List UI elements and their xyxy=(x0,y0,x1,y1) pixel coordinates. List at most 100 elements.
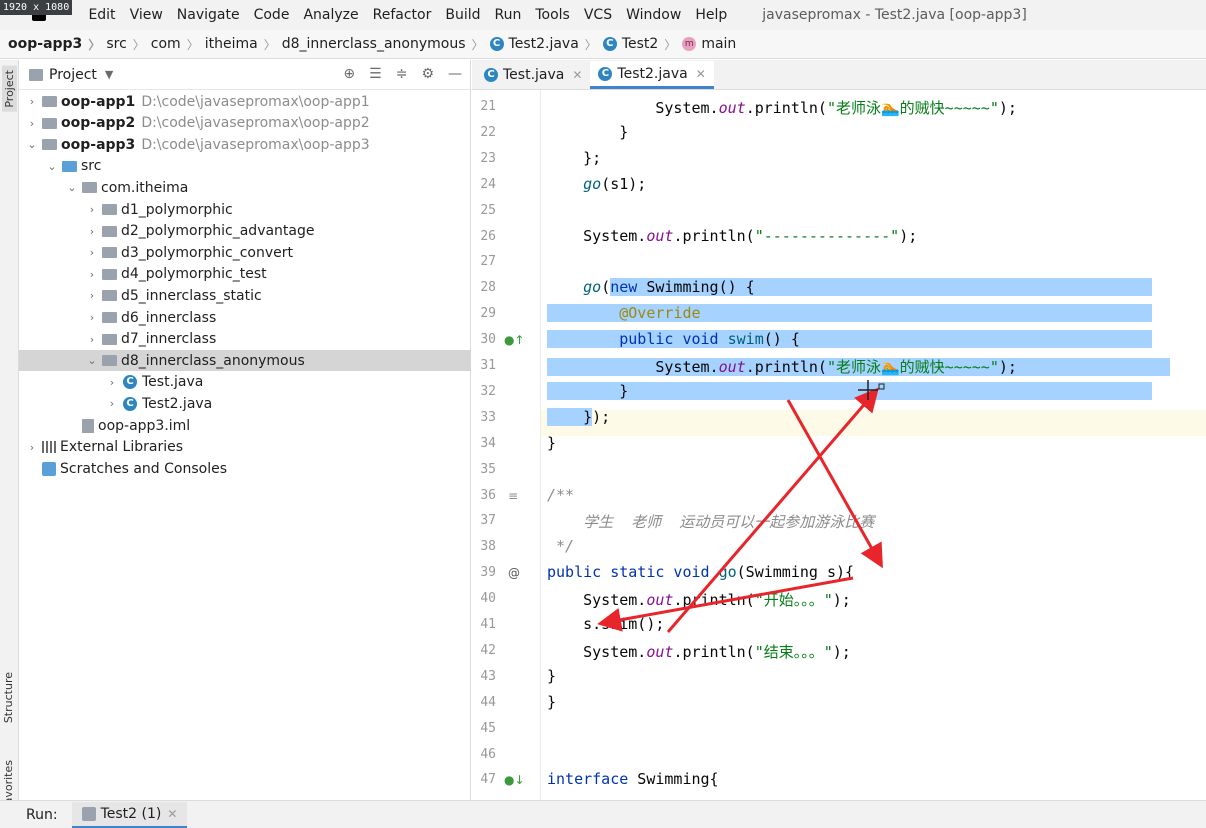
chevron-right-icon[interactable]: › xyxy=(85,225,99,238)
chevron-right-icon[interactable]: › xyxy=(105,376,119,389)
code-line[interactable]: } xyxy=(547,693,556,711)
code-line[interactable]: public static void go(Swimming s){ xyxy=(547,563,854,581)
code-line[interactable]: go(s1); xyxy=(547,175,646,193)
code-line[interactable]: } xyxy=(547,123,628,141)
chevron-right-icon[interactable]: › xyxy=(25,95,39,108)
chevron-down-icon[interactable]: ⌄ xyxy=(45,160,59,173)
gear-icon[interactable]: ⚙ xyxy=(421,66,434,82)
tree-item[interactable]: › C Test2.java xyxy=(19,393,471,414)
locate-icon[interactable]: ⊕ xyxy=(343,66,355,82)
tab-project-tool[interactable]: Project xyxy=(2,66,17,112)
breadcrumb-item[interactable]: C Test2 〉 xyxy=(602,36,683,53)
breadcrumb-item[interactable]: d8_innerclass_anonymous 〉 xyxy=(282,36,490,53)
expand-all-icon[interactable]: ☰ xyxy=(369,66,382,82)
tree-item[interactable]: oop-app3.iml xyxy=(19,415,471,436)
menu-item-build[interactable]: Build xyxy=(438,7,487,23)
tree-item[interactable]: › External Libraries xyxy=(19,437,471,458)
implemented-marker-icon[interactable]: ●↓ xyxy=(504,773,525,787)
chevron-right-icon[interactable]: › xyxy=(85,289,99,302)
code-line[interactable]: /** xyxy=(547,486,574,504)
menu-item-code[interactable]: Code xyxy=(247,7,297,23)
tree-item[interactable]: › oop-app1 D:\code\javasepromax\oop-app1 xyxy=(19,91,471,112)
tree-item[interactable]: › d6_innerclass xyxy=(19,307,471,328)
code-line[interactable]: System.out.println("开始。。。"); xyxy=(547,589,851,610)
tree-item[interactable]: › d7_innerclass xyxy=(19,329,471,350)
chevron-down-icon[interactable]: ⌄ xyxy=(65,181,79,194)
chevron-right-icon[interactable]: › xyxy=(25,117,39,130)
close-icon[interactable]: ✕ xyxy=(572,68,582,82)
code-line[interactable]: interface Swimming{ xyxy=(547,770,719,788)
chevron-down-icon[interactable]: ⌄ xyxy=(85,354,99,367)
code-line[interactable]: }; xyxy=(547,149,601,167)
breadcrumb-item[interactable]: m main xyxy=(682,36,736,52)
tree-item[interactable]: Scratches and Consoles xyxy=(19,458,471,479)
chevron-right-icon[interactable]: › xyxy=(85,333,99,346)
chevron-right-icon[interactable]: › xyxy=(105,397,119,410)
chevron-down-icon[interactable]: ⌄ xyxy=(25,138,39,151)
breadcrumb-item[interactable]: com 〉 xyxy=(151,36,205,53)
tab-test-java[interactable]: C Test.java ✕ xyxy=(476,61,590,89)
chevron-right-icon[interactable]: › xyxy=(85,246,99,259)
menu-item-vcs[interactable]: VCS xyxy=(577,7,619,23)
tree-item[interactable]: › d4_polymorphic_test xyxy=(19,264,471,285)
chevron-right-icon[interactable]: › xyxy=(85,311,99,324)
chevron-down-icon[interactable]: ▼ xyxy=(105,68,113,81)
menu-item-window[interactable]: Window xyxy=(619,7,688,23)
doc-comment-icon[interactable]: ≡ xyxy=(508,489,518,503)
breadcrumb-item[interactable]: C Test2.java 〉 xyxy=(489,36,603,53)
hide-panel-icon[interactable]: — xyxy=(448,66,462,82)
tree-item[interactable]: › d3_polymorphic_convert xyxy=(19,242,471,263)
menu-item-navigate[interactable]: Navigate xyxy=(170,7,247,23)
tree-item[interactable]: › d5_innerclass_static xyxy=(19,285,471,306)
code-line[interactable]: go(new Swimming() { xyxy=(547,278,1153,297)
override-marker-icon[interactable]: ●↑ xyxy=(504,333,525,347)
menu-item-run[interactable]: Run xyxy=(488,7,529,23)
code-line[interactable]: } xyxy=(547,434,556,452)
code-line[interactable]: System.out.println("老师泳🏊的贼快~~~~~"); xyxy=(547,356,1171,377)
close-icon[interactable]: ✕ xyxy=(167,807,177,821)
chevron-right-icon[interactable]: › xyxy=(25,441,39,454)
menu-item-tools[interactable]: Tools xyxy=(528,7,577,23)
menu-item-view[interactable]: View xyxy=(123,7,170,23)
run-tab-test2[interactable]: Test2 (1) ✕ xyxy=(71,801,188,828)
usages-icon[interactable]: @ xyxy=(508,566,520,580)
tree-item[interactable]: › d1_polymorphic xyxy=(19,199,471,220)
tab-structure-tool[interactable]: Structure xyxy=(2,672,15,723)
class-icon: C xyxy=(598,66,613,81)
tree-item[interactable]: ⌄ src xyxy=(19,156,471,177)
chevron-right-icon[interactable]: › xyxy=(85,203,99,216)
code-line[interactable]: } xyxy=(547,667,556,685)
tree-item[interactable]: › C Test.java xyxy=(19,372,471,393)
tab-test2-java[interactable]: C Test2.java ✕ xyxy=(590,61,714,89)
menu-item-help[interactable]: Help xyxy=(688,7,734,23)
code-line[interactable]: System.out.println("--------------"); xyxy=(547,227,917,245)
code-line[interactable]: System.out.println("老师泳🏊的贼快~~~~~"); xyxy=(547,97,1017,118)
breadcrumb-item[interactable]: oop-app3 〉 xyxy=(8,36,106,53)
code-line[interactable]: */ xyxy=(547,537,574,555)
code-line[interactable]: } xyxy=(547,381,1153,400)
tree-item[interactable]: › oop-app2 D:\code\javasepromax\oop-app2 xyxy=(19,113,471,134)
chevron-right-icon[interactable]: › xyxy=(85,268,99,281)
project-panel-title[interactable]: Project xyxy=(49,67,97,83)
code-line[interactable]: }); xyxy=(547,407,610,426)
breadcrumb-item[interactable]: src 〉 xyxy=(106,36,150,53)
code-line[interactable]: 学生 老师 运动员可以一起参加游泳比赛 xyxy=(547,511,874,532)
tree-item[interactable]: ⌄ d8_innerclass_anonymous xyxy=(19,350,471,372)
menu-item-refactor[interactable]: Refactor xyxy=(366,7,439,23)
collapse-all-icon[interactable]: ≑ xyxy=(396,66,408,82)
tree-item[interactable]: ⌄ oop-app3 D:\code\javasepromax\oop-app3 xyxy=(19,134,471,155)
code-line[interactable]: System.out.println("结束。。。"); xyxy=(547,641,851,662)
menu-item-analyze[interactable]: Analyze xyxy=(296,7,365,23)
breadcrumb-item[interactable]: itheima 〉 xyxy=(205,36,282,53)
line-number: 31 xyxy=(480,358,496,373)
close-icon[interactable]: ✕ xyxy=(696,67,706,81)
code-line[interactable]: s.swim(); xyxy=(547,615,664,633)
code-area[interactable]: 21 22 23 24 25 26 27 28 29 30 31 32 33 34 35 36 37 38 39 40… xyxy=(472,90,1206,800)
tree-item[interactable]: ⌄ com.itheima xyxy=(19,177,471,198)
tree-item-label: oop-app3.iml xyxy=(98,417,191,434)
code-line[interactable]: @Override xyxy=(547,304,1153,323)
code-line[interactable]: public void swim() { xyxy=(547,330,1153,349)
menu-item-edit[interactable]: Edit xyxy=(81,7,122,23)
module-path: D:\code\javasepromax\oop-app1 xyxy=(141,93,370,110)
tree-item[interactable]: › d2_polymorphic_advantage xyxy=(19,221,471,242)
